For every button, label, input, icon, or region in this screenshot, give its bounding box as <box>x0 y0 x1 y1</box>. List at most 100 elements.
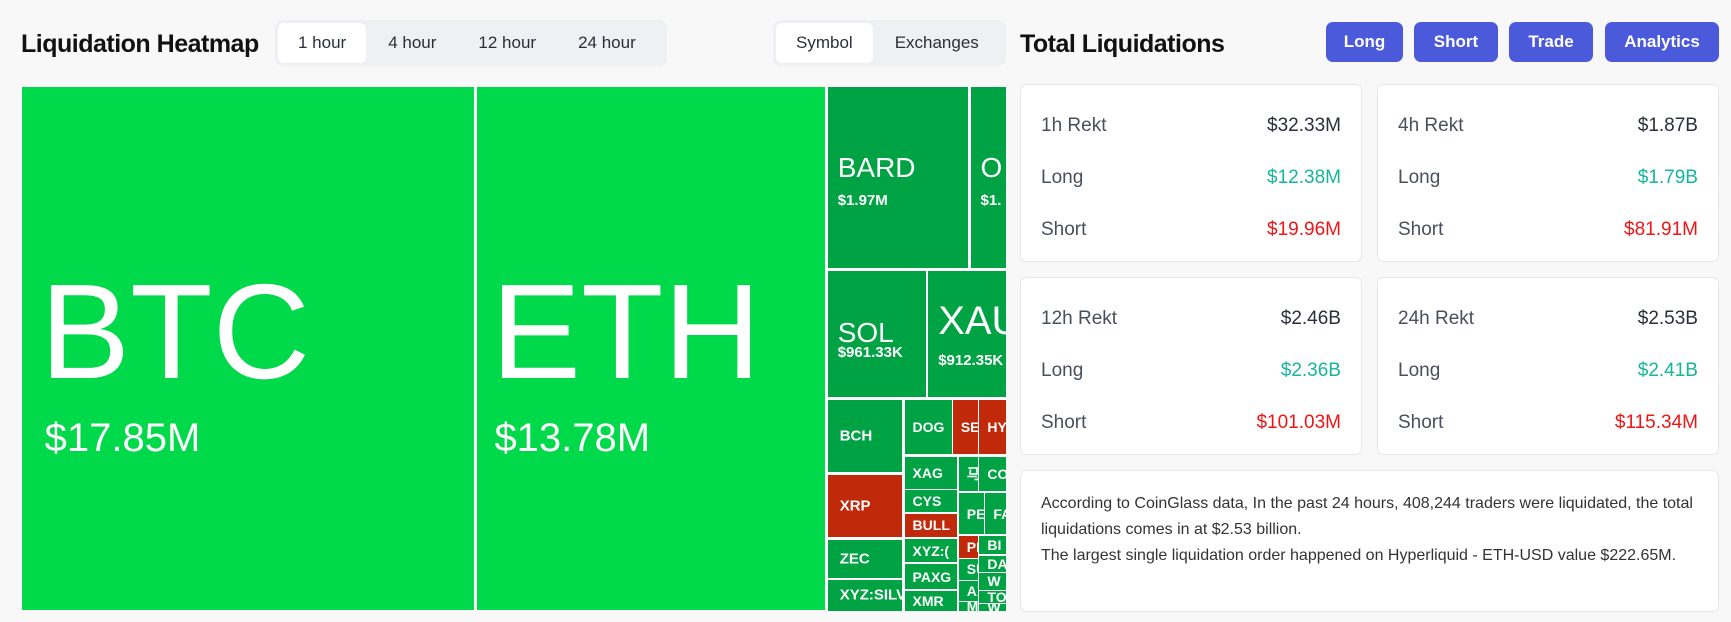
heatmap-tile-dog[interactable]: DOG <box>903 399 953 456</box>
row-label: Long <box>1041 360 1084 381</box>
heatmap-tile-bull[interactable]: BULL <box>903 512 958 538</box>
long-button[interactable]: Long <box>1326 22 1403 62</box>
summary-line-1: According to CoinGlass data, In the past… <box>1041 495 1693 538</box>
row-value: $12.38M <box>1267 167 1341 188</box>
row-value: $101.03M <box>1256 412 1341 433</box>
row-label: Short <box>1041 412 1087 433</box>
tile-symbol: DA <box>987 555 1006 572</box>
heatmap-tile-mc[interactable]: MC <box>957 601 980 611</box>
rekt-card: 24h Rekt $2.53B Long $2.41B Short $115.34M <box>1377 277 1719 455</box>
tab-4-hour[interactable]: 4 hour <box>368 23 456 63</box>
trade-button[interactable]: Trade <box>1509 22 1593 62</box>
heatmap-tile-to[interactable]: TO <box>978 590 1006 604</box>
heatmap-tile-pn[interactable]: PN <box>957 534 980 559</box>
heatmap-tile-o[interactable]: O $1. <box>969 86 1006 269</box>
rekt-row-short: Short $19.96M <box>1041 219 1341 241</box>
tile-symbol: CO <box>987 465 1006 482</box>
tile-symbol: BTC <box>40 256 311 408</box>
row-label: Long <box>1398 167 1441 188</box>
tile-symbol: ZEC <box>839 550 870 568</box>
heatmap-tile-hy[interactable]: HY <box>978 399 1006 456</box>
heatmap-tile-xrp[interactable]: XRP <box>826 473 903 539</box>
tile-symbol: CYS <box>912 493 942 509</box>
row-label: Short <box>1041 219 1087 240</box>
tile-symbol: TO <box>987 590 1006 604</box>
tile-symbol: XMR <box>912 592 944 609</box>
total-liquidations-title: Total Liquidations <box>1020 30 1225 58</box>
short-button[interactable]: Short <box>1414 22 1498 62</box>
rekt-row-short: Short $81.91M <box>1398 219 1698 241</box>
heatmap-tile-eth[interactable]: ETH $13.78M <box>476 86 826 611</box>
rekt-row-long: Long $2.41B <box>1398 360 1698 382</box>
summary-line-2: The largest single liquidation order hap… <box>1041 547 1677 564</box>
heatmap-tile-pe[interactable]: PE <box>957 492 986 535</box>
tile-symbol: O <box>980 152 1003 184</box>
row-label: Short <box>1398 412 1444 433</box>
heatmap-tile-ax[interactable]: AX <box>957 580 980 602</box>
tile-symbol: BARD <box>837 152 916 184</box>
heatmap-tile-sen[interactable]: SEN <box>951 399 980 456</box>
heatmap-tile-xmr[interactable]: XMR <box>903 590 958 611</box>
rekt-row-total: 24h Rekt $2.53B <box>1398 308 1698 330</box>
tile-value: $17.85M <box>44 416 201 461</box>
analytics-button[interactable]: Analytics <box>1605 22 1719 62</box>
tile-symbol: BCH <box>839 427 873 445</box>
heatmap-tile-fa[interactable]: FA <box>984 492 1006 535</box>
tab-exchanges[interactable]: Exchanges <box>875 23 999 63</box>
heatmap-tile-da[interactable]: DA <box>978 554 1006 573</box>
tile-symbol: DOG <box>912 419 945 436</box>
tile-symbol: XYZ:SILV <box>839 586 903 604</box>
rekt-row-long: Long $12.38M <box>1041 167 1341 189</box>
row-value: $2.36B <box>1280 360 1341 381</box>
heatmap-tile-bch[interactable]: BCH <box>826 399 903 473</box>
row-value: $81.91M <box>1624 219 1698 240</box>
rekt-card: 1h Rekt $32.33M Long $12.38M Short $19.96M <box>1020 84 1362 262</box>
heatmap-tile-xyz[interactable]: XYZ:( <box>903 538 958 564</box>
tile-symbol: PAXG <box>912 568 952 585</box>
tile-symbol: XAG <box>912 464 943 481</box>
row-label: 4h Rekt <box>1398 115 1464 136</box>
heatmap-tile-w[interactable]: W <box>978 603 1006 611</box>
heatmap-tile-su[interactable]: SU <box>957 557 980 581</box>
tab-1-hour[interactable]: 1 hour <box>278 23 367 63</box>
rekt-row-total: 12h Rekt $2.46B <box>1041 308 1341 330</box>
rekt-row-short: Short $101.03M <box>1041 412 1341 434</box>
heatmap-tile-xag[interactable]: XAG <box>903 455 958 490</box>
row-value: $115.34M <box>1614 412 1698 433</box>
tile-symbol: PE <box>966 505 986 522</box>
tile-value: $912.35K <box>938 351 1004 369</box>
heatmap-tile-cys[interactable]: CYS <box>903 489 958 513</box>
heatmap-tile-cn[interactable]: 马 <box>957 455 980 493</box>
tab-24-hour[interactable]: 24 hour <box>558 23 656 63</box>
heatmap-tile-zec[interactable]: ZEC <box>826 538 903 579</box>
row-label: 24h Rekt <box>1398 308 1475 329</box>
rekt-row-total: 4h Rekt $1.87B <box>1398 115 1698 137</box>
rekt-row-total: 1h Rekt $32.33M <box>1041 115 1341 137</box>
tile-symbol: W <box>987 604 1000 610</box>
tile-symbol: XRP <box>839 497 871 515</box>
heatmap-tile-bard[interactable]: BARD $1.97M <box>826 86 969 269</box>
heatmap-tile-sol[interactable]: SOL $961.33K <box>826 270 928 399</box>
heatmap-tile-co[interactable]: CO <box>978 455 1006 493</box>
tile-symbol: BI <box>987 537 1002 554</box>
tile-symbol: XAU <box>938 299 1006 343</box>
heatmap-tile-xau[interactable]: XAU $912.35K <box>927 270 1006 399</box>
rekt-row-short: Short $115.34M <box>1398 412 1698 434</box>
row-value: $1.79B <box>1637 167 1698 188</box>
rekt-card: 4h Rekt $1.87B Long $1.79B Short $81.91M <box>1377 84 1719 262</box>
tab-symbol[interactable]: Symbol <box>776 23 873 63</box>
row-label: Long <box>1041 167 1084 188</box>
tile-symbol: HY <box>987 419 1006 436</box>
heatmap-tile-w[interactable]: W <box>978 572 1006 591</box>
grouping-tabs: Symbol Exchanges <box>773 20 1006 66</box>
heatmap-tile-paxg[interactable]: PAXG <box>903 563 958 590</box>
rekt-row-long: Long $2.36B <box>1041 360 1341 382</box>
tab-12-hour[interactable]: 12 hour <box>458 23 556 63</box>
tile-symbol: SEN <box>960 419 980 436</box>
row-label: Long <box>1398 360 1441 381</box>
row-label: 1h Rekt <box>1041 115 1107 136</box>
heatmap-tile-bi[interactable]: BI <box>978 534 1006 556</box>
tile-symbol: W <box>987 573 1001 590</box>
heatmap-tile-btc[interactable]: BTC $17.85M <box>21 86 476 611</box>
heatmap-tile-xyzsilv[interactable]: XYZ:SILV <box>826 578 903 611</box>
